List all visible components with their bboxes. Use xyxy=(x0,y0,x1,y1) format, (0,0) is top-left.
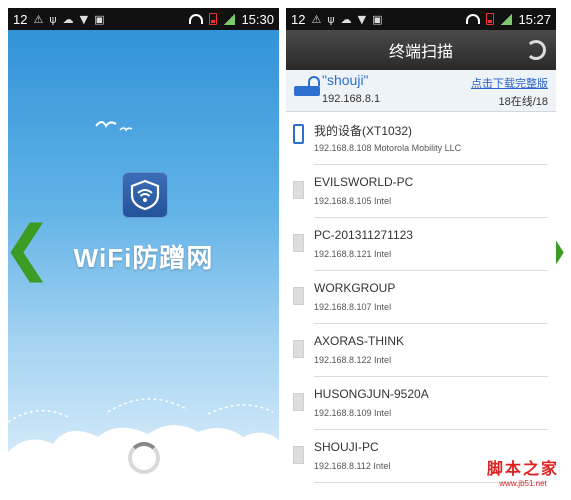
shield-wifi-logo-icon xyxy=(122,172,168,218)
device-name: 我的设备(XT1032) xyxy=(314,124,413,138)
computer-icon xyxy=(293,340,304,358)
list-item[interactable]: HUSONGJUN-9520A 192.168.8.109 Intel xyxy=(293,377,548,430)
usb-icon: ψ xyxy=(49,12,57,26)
signal-icon xyxy=(223,13,236,25)
download-full-version-link[interactable]: 点击下载完整版 xyxy=(471,75,548,91)
computer-icon xyxy=(293,234,304,252)
gateway-ip: 192.168.8.1 xyxy=(322,93,381,105)
computer-icon xyxy=(293,287,304,305)
clock: 15:27 xyxy=(518,11,551,27)
title-bar: 终端扫描 xyxy=(286,30,556,70)
online-count: 18在线/18 xyxy=(498,96,548,108)
watermark-title: 脚本之家 xyxy=(486,459,559,478)
scan-screen: 12 ⚠ ψ ☁ ▼ ▣ 15:27 终端扫描 "shouji" 192.168… xyxy=(286,8,556,492)
device-list: 我的设备(XT1032) 192.168.8.108 Motorola Mobi… xyxy=(286,112,556,483)
computer-icon xyxy=(293,446,304,464)
device-name: WORKGROUP xyxy=(314,281,396,295)
network-summary: "shouji" 192.168.8.1 点击下载完整版 18在线/18 xyxy=(286,70,556,112)
phone-icon xyxy=(293,124,304,144)
wifi-icon xyxy=(466,14,481,24)
image-icon: ▣ xyxy=(94,12,105,26)
image-icon: ▣ xyxy=(372,12,383,26)
device-detail: 192.168.8.122 Intel xyxy=(314,355,392,365)
router-icon xyxy=(294,76,320,96)
signal-icon xyxy=(500,13,513,25)
list-item[interactable]: AXORAS-THINK 192.168.8.122 Intel xyxy=(293,324,548,377)
birds-illustration xyxy=(94,116,134,139)
download-icon: ▼ xyxy=(79,12,89,26)
device-detail: 192.168.8.112 Intel xyxy=(314,461,391,471)
list-item[interactable]: PC-201311271123 192.168.8.121 Intel xyxy=(293,218,548,271)
device-detail: 192.168.8.109 Intel xyxy=(314,408,392,418)
screenshot-frame: 12 ⚠ ψ ☁ ▼ ▣ 15:30 WiFi防蹭网 ❮ 12 ⚠ ψ ☁ ▼ … xyxy=(0,0,571,500)
loading-spinner xyxy=(128,442,160,474)
status-bar: 12 ⚠ ψ ☁ ▼ ▣ 15:27 xyxy=(286,8,556,30)
network-ssid: "shouji" xyxy=(322,72,369,88)
notification-count: 12 xyxy=(13,11,28,27)
warning-icon: ⚠ xyxy=(311,12,322,26)
clouds-illustration xyxy=(8,398,279,492)
notification-count: 12 xyxy=(291,11,306,27)
weather-icon: ☁ xyxy=(340,12,352,26)
device-name: HUSONGJUN-9520A xyxy=(314,387,429,401)
previous-arrow-icon[interactable]: ❮ xyxy=(2,218,52,278)
weather-icon: ☁ xyxy=(62,12,74,26)
battery-icon xyxy=(486,13,495,25)
device-detail: 192.168.8.105 Intel xyxy=(314,196,392,206)
computer-icon xyxy=(293,393,304,411)
warning-icon: ⚠ xyxy=(33,12,44,26)
device-detail: 192.168.8.107 Intel xyxy=(314,302,392,312)
list-item[interactable]: EVILSWORLD-PC 192.168.8.105 Intel xyxy=(293,165,548,218)
device-detail: 192.168.8.108 Motorola Mobility LLC xyxy=(314,143,462,153)
device-detail: 192.168.8.121 Intel xyxy=(314,249,392,259)
battery-icon xyxy=(209,13,218,25)
download-icon: ▼ xyxy=(357,12,367,26)
list-item[interactable]: WORKGROUP 192.168.8.107 Intel xyxy=(293,271,548,324)
device-name: SHOUJI-PC xyxy=(314,440,379,454)
refresh-icon[interactable] xyxy=(526,40,546,60)
device-name: AXORAS-THINK xyxy=(314,334,405,348)
clock: 15:30 xyxy=(241,11,274,27)
usb-icon: ψ xyxy=(327,12,335,26)
device-name: PC-201311271123 xyxy=(314,228,413,242)
page-title: 终端扫描 xyxy=(388,42,453,61)
status-bar: 12 ⚠ ψ ☁ ▼ ▣ 15:30 xyxy=(8,8,279,30)
device-name: EVILSWORLD-PC xyxy=(314,175,414,189)
watermark: 脚本之家 www.jb51.net xyxy=(487,455,559,488)
wifi-icon xyxy=(189,14,204,24)
watermark-url: www.jb51.net xyxy=(499,479,547,488)
list-item[interactable]: 我的设备(XT1032) 192.168.8.108 Motorola Mobi… xyxy=(293,112,548,165)
computer-icon xyxy=(293,181,304,199)
